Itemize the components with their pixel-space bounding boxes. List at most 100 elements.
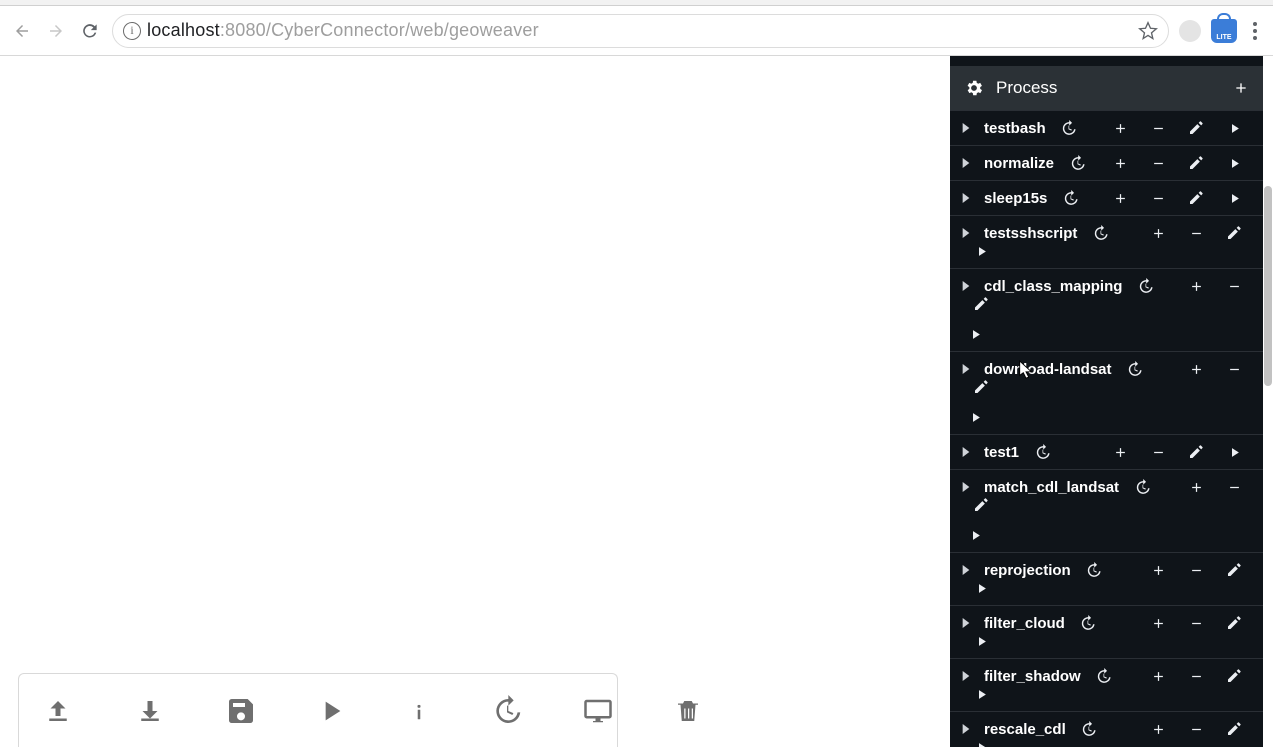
history-icon[interactable]	[1068, 154, 1086, 172]
play-icon[interactable]	[972, 632, 990, 650]
add-icon[interactable]	[1149, 614, 1167, 632]
edit-icon[interactable]	[1187, 119, 1205, 137]
edit-icon[interactable]	[1187, 154, 1205, 172]
edit-icon[interactable]	[972, 496, 990, 514]
process-name: testsshscript	[984, 225, 1077, 242]
history-icon[interactable]	[1133, 478, 1151, 496]
edit-icon[interactable]	[972, 295, 990, 313]
remove-icon[interactable]	[1187, 720, 1205, 738]
add-icon[interactable]	[1187, 360, 1205, 378]
run-button[interactable]	[315, 693, 347, 729]
chevron-right-icon	[962, 671, 976, 681]
history-icon[interactable]	[1080, 720, 1098, 738]
upload-button[interactable]	[41, 693, 75, 729]
scrollbar-thumb[interactable]	[1264, 186, 1272, 386]
remove-icon[interactable]	[1149, 189, 1167, 207]
play-icon[interactable]	[966, 325, 984, 343]
add-icon[interactable]	[1149, 561, 1167, 579]
edit-icon[interactable]	[972, 378, 990, 396]
remove-icon[interactable]	[1149, 119, 1167, 137]
play-icon[interactable]	[972, 685, 990, 703]
play-icon[interactable]	[972, 579, 990, 597]
history-icon[interactable]	[1060, 119, 1078, 137]
add-icon[interactable]	[1187, 277, 1205, 295]
play-icon[interactable]	[972, 738, 990, 747]
add-icon[interactable]	[1149, 224, 1167, 242]
bookmark-star-icon[interactable]	[1138, 21, 1158, 41]
play-icon[interactable]	[1225, 189, 1243, 207]
add-icon[interactable]	[1187, 478, 1205, 496]
play-icon[interactable]	[1225, 154, 1243, 172]
download-button[interactable]	[133, 693, 167, 729]
page-scrollbar[interactable]	[1263, 56, 1273, 747]
remove-icon[interactable]	[1149, 154, 1167, 172]
add-process-icon[interactable]	[1233, 80, 1249, 96]
extension-icon[interactable]	[1179, 20, 1201, 42]
remove-icon[interactable]	[1187, 224, 1205, 242]
process-item[interactable]: normalize	[950, 145, 1263, 180]
edit-icon[interactable]	[1187, 443, 1205, 461]
edit-icon[interactable]	[1225, 561, 1243, 579]
save-button[interactable]	[225, 693, 257, 729]
remove-icon[interactable]	[1187, 561, 1205, 579]
info-button[interactable]	[405, 693, 433, 729]
play-icon[interactable]	[972, 242, 990, 260]
play-icon[interactable]	[966, 408, 984, 426]
process-section-header[interactable]: Process	[950, 66, 1263, 110]
add-icon[interactable]	[1111, 443, 1129, 461]
process-item[interactable]: filter_cloud	[950, 605, 1263, 658]
history-icon[interactable]	[1079, 614, 1097, 632]
edit-icon[interactable]	[1187, 189, 1205, 207]
add-icon[interactable]	[1149, 667, 1167, 685]
workflow-canvas[interactable]	[0, 56, 960, 747]
edit-icon[interactable]	[1225, 224, 1243, 242]
play-icon[interactable]	[966, 526, 984, 544]
process-item[interactable]: test1	[950, 434, 1263, 469]
process-item[interactable]: filter_shadow	[950, 658, 1263, 711]
lite-extension-icon[interactable]: LITE	[1211, 19, 1237, 43]
reload-button[interactable]	[78, 19, 102, 43]
remove-icon[interactable]	[1225, 277, 1243, 295]
delete-button[interactable]	[673, 693, 703, 729]
process-item[interactable]: testbash	[950, 110, 1263, 145]
add-icon[interactable]	[1149, 720, 1167, 738]
history-icon[interactable]	[1126, 360, 1144, 378]
edit-icon[interactable]	[1225, 720, 1243, 738]
process-name: cdl_class_mapping	[984, 278, 1122, 295]
browser-menu-icon[interactable]	[1247, 22, 1263, 40]
remove-icon[interactable]	[1225, 478, 1243, 496]
site-info-icon[interactable]: i	[123, 22, 141, 40]
process-item[interactable]: sleep15s	[950, 180, 1263, 215]
remove-icon[interactable]	[1225, 360, 1243, 378]
process-item[interactable]: testsshscript	[950, 215, 1263, 268]
process-item[interactable]: download-landsat	[950, 351, 1263, 434]
add-icon[interactable]	[1111, 119, 1129, 137]
monitor-button[interactable]	[581, 693, 615, 729]
edit-icon[interactable]	[1225, 667, 1243, 685]
remove-icon[interactable]	[1187, 667, 1205, 685]
history-icon[interactable]	[1095, 667, 1113, 685]
process-item[interactable]: match_cdl_landsat	[950, 469, 1263, 552]
remove-icon[interactable]	[1149, 443, 1167, 461]
process-item[interactable]: cdl_class_mapping	[950, 268, 1263, 351]
play-icon[interactable]	[1225, 443, 1243, 461]
history-button[interactable]	[491, 693, 523, 729]
remove-icon[interactable]	[1187, 614, 1205, 632]
play-icon[interactable]	[1225, 119, 1243, 137]
history-icon[interactable]	[1136, 277, 1154, 295]
chevron-right-icon	[962, 158, 976, 168]
history-icon[interactable]	[1061, 189, 1079, 207]
forward-button[interactable]	[44, 19, 68, 43]
add-icon[interactable]	[1111, 189, 1129, 207]
gear-icon	[964, 78, 984, 98]
back-button[interactable]	[10, 19, 34, 43]
history-icon[interactable]	[1091, 224, 1109, 242]
add-icon[interactable]	[1111, 154, 1129, 172]
section-title: Process	[996, 78, 1221, 98]
process-item[interactable]: rescale_cdl	[950, 711, 1263, 747]
address-bar[interactable]: i localhost:8080/CyberConnector/web/geow…	[112, 14, 1169, 48]
history-icon[interactable]	[1085, 561, 1103, 579]
edit-icon[interactable]	[1225, 614, 1243, 632]
history-icon[interactable]	[1033, 443, 1051, 461]
process-item[interactable]: reprojection	[950, 552, 1263, 605]
